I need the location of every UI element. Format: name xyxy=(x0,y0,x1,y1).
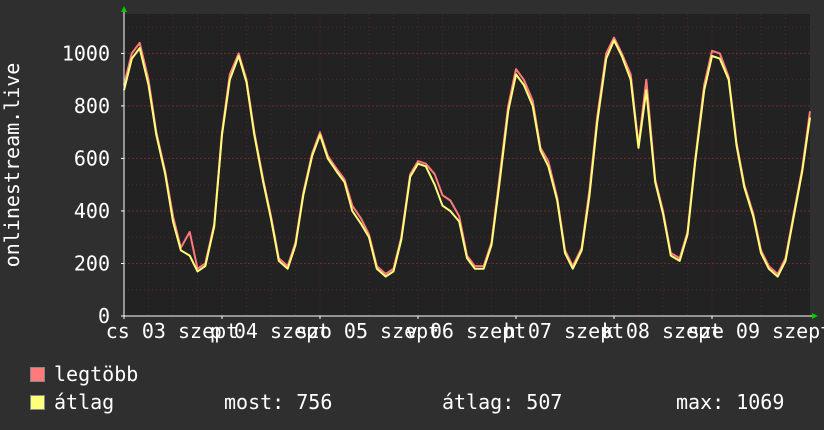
y-tick-label: 400 xyxy=(74,199,110,223)
y-tick-label: 600 xyxy=(74,146,110,170)
stat-now: most: 756 xyxy=(224,390,333,414)
y-axis-arrow-icon xyxy=(121,6,127,12)
y-axis-label: onlinestream.live xyxy=(0,63,24,268)
x-tick-label: sze 09 szept xyxy=(688,319,824,343)
stat-max: max: 1069 xyxy=(676,390,785,414)
y-tick-label: 200 xyxy=(74,251,110,275)
y-tick-label: 800 xyxy=(74,94,110,118)
y-tick-label: 1000 xyxy=(62,41,110,65)
legend-swatch-avg xyxy=(30,395,45,410)
legend-swatch-max xyxy=(30,367,45,382)
legend-item-avg: átlag xyxy=(30,390,114,414)
legend-label-max: legtöbb xyxy=(54,362,139,386)
legend-label-avg: átlag xyxy=(54,390,115,414)
stat-average: átlag: 507 xyxy=(442,390,563,414)
legend-item-max: legtöbb xyxy=(30,362,138,386)
